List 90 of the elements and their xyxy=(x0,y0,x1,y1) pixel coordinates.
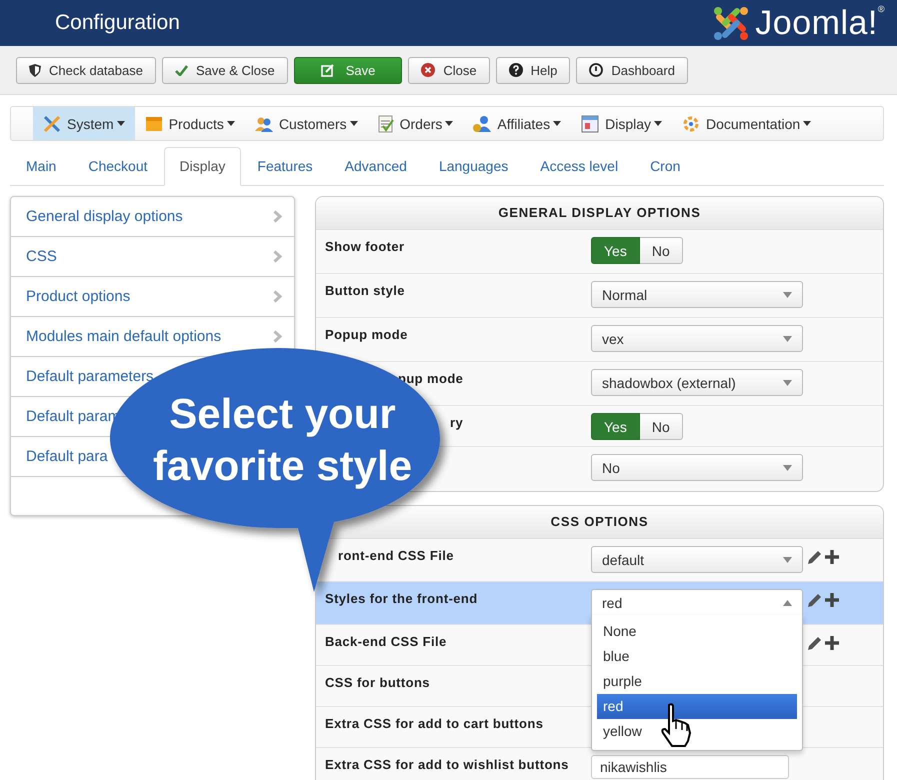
panel-heading: GENERAL DISPLAY OPTIONS xyxy=(316,197,883,230)
toolbar-button[interactable]: Close xyxy=(408,56,490,84)
caret-icon xyxy=(783,336,792,342)
page-title: Configuration xyxy=(55,11,180,35)
tab[interactable]: Advanced xyxy=(328,147,423,186)
dashboard-icon xyxy=(589,63,604,77)
tab[interactable]: Languages xyxy=(422,147,524,186)
logo-text: Joomla!$^{®}$ xyxy=(755,4,885,42)
caret-icon xyxy=(783,556,792,562)
caret-icon xyxy=(445,121,454,126)
caret-icon xyxy=(654,121,662,126)
tab[interactable]: Display xyxy=(164,147,242,186)
chevron-right-icon xyxy=(273,290,282,303)
select-field[interactable]: No xyxy=(591,454,803,481)
select-field[interactable]: red xyxy=(591,589,803,616)
caret-icon xyxy=(116,121,125,126)
tab[interactable]: Checkout xyxy=(72,147,164,186)
caret-icon xyxy=(350,121,358,126)
caret-icon xyxy=(783,600,792,606)
select-field[interactable]: shadowbox (external) xyxy=(591,369,803,396)
select-field[interactable]: vex xyxy=(591,325,803,352)
dropdown-option[interactable]: None xyxy=(597,619,797,644)
chevron-right-icon xyxy=(273,210,282,223)
dropdown-option[interactable]: red xyxy=(597,694,797,719)
field-label: CSS for buttons xyxy=(325,675,430,690)
field-label: Show footer xyxy=(325,239,405,254)
tab[interactable]: Access level xyxy=(524,147,634,186)
tab[interactable]: Cron xyxy=(634,147,696,186)
menu-item[interactable]: Customers xyxy=(244,107,368,140)
caret-icon xyxy=(803,121,812,126)
dropdown-option[interactable]: purple xyxy=(597,669,797,694)
plus-icon[interactable] xyxy=(825,550,839,564)
check-icon xyxy=(174,64,188,76)
hand-cursor-icon xyxy=(660,703,694,747)
field-label: Extra CSS for add to wishlist buttons xyxy=(325,757,569,772)
tab[interactable]: Main xyxy=(10,147,72,186)
tab[interactable]: Features xyxy=(241,147,329,186)
toolbar-button[interactable]: Help xyxy=(496,56,570,84)
toggle-option[interactable]: Yes xyxy=(591,413,640,440)
chevron-right-icon xyxy=(273,250,282,263)
dropdown-option[interactable]: yellow xyxy=(597,719,797,744)
help-icon xyxy=(508,63,523,77)
field-label: ry xyxy=(450,415,464,430)
toolbar-button[interactable]: Save xyxy=(294,56,402,84)
sidebar-item[interactable]: General display options xyxy=(11,197,294,237)
caret-icon xyxy=(783,292,792,298)
field-label: Popup mode xyxy=(325,327,408,342)
edit-icon xyxy=(320,64,334,76)
wrench-icon xyxy=(43,114,61,132)
menu-item[interactable]: Orders xyxy=(368,107,464,140)
chevron-right-icon xyxy=(273,330,282,343)
field-label: Styles for the front-end xyxy=(325,591,478,606)
menu-item[interactable]: Documentation xyxy=(672,107,822,140)
shield-icon xyxy=(29,64,41,76)
sidebar-item[interactable]: Product options xyxy=(11,277,294,317)
caret-icon xyxy=(783,380,792,386)
users-icon xyxy=(254,114,273,132)
toolbar-button[interactable]: Save & Close xyxy=(162,56,288,84)
menu-item[interactable]: Affiliates xyxy=(463,107,572,140)
menu-item[interactable]: System xyxy=(33,107,135,140)
menu-item[interactable]: Products xyxy=(134,107,245,140)
gear-icon xyxy=(682,114,700,132)
pencil-icon[interactable] xyxy=(806,550,822,566)
caret-icon xyxy=(226,121,235,126)
caret-icon xyxy=(783,464,792,470)
toolbar-button[interactable]: Check database xyxy=(16,56,156,84)
toolbar-button[interactable]: Dashboard xyxy=(576,56,688,84)
plus-icon[interactable] xyxy=(825,636,839,650)
document-icon xyxy=(378,114,394,132)
field-label: Extra CSS for add to cart buttons xyxy=(325,716,544,731)
user-icon xyxy=(473,114,492,132)
menu-item[interactable]: Display xyxy=(571,107,672,140)
toggle-option[interactable]: No xyxy=(640,413,683,440)
toggle-option[interactable]: No xyxy=(640,237,683,264)
input-field[interactable]: nikawishlis xyxy=(591,755,789,779)
window-icon xyxy=(581,114,600,132)
sidebar-item[interactable]: CSS xyxy=(11,237,294,277)
dropdown-option[interactable]: blue xyxy=(597,644,797,669)
pencil-icon[interactable] xyxy=(806,636,822,652)
select-field[interactable]: Normal xyxy=(591,281,803,308)
plus-icon[interactable] xyxy=(825,593,839,607)
toggle-option[interactable]: Yes xyxy=(591,237,640,264)
field-label: Back-end CSS File xyxy=(325,634,447,649)
field-label: ront-end CSS File xyxy=(338,548,454,563)
field-label: Button style xyxy=(325,283,405,298)
select-field[interactable]: default xyxy=(591,546,803,573)
pencil-icon[interactable] xyxy=(806,593,822,609)
close-icon xyxy=(421,63,436,77)
caret-icon xyxy=(553,121,562,126)
box-icon xyxy=(144,114,163,132)
